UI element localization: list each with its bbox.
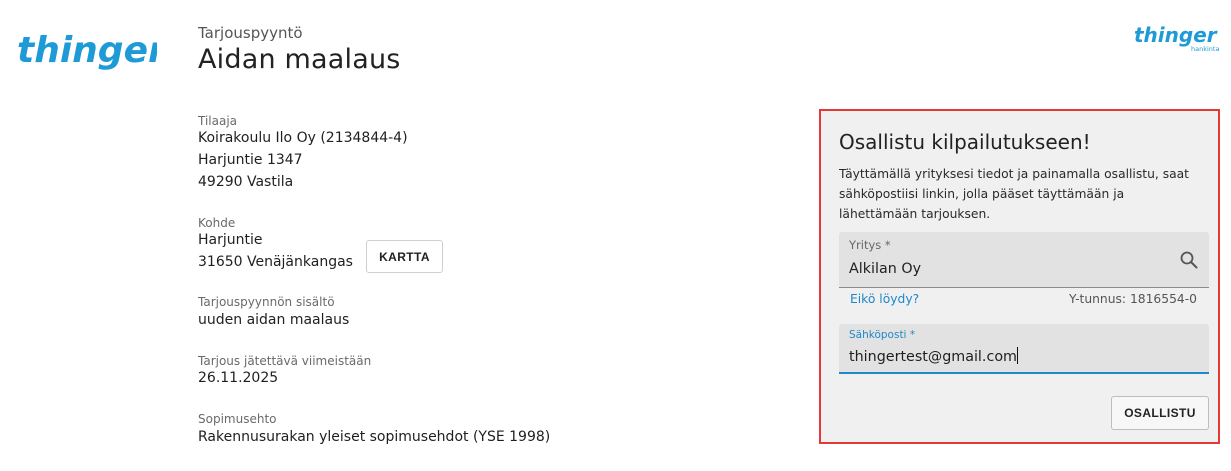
email-text: thingertest@gmail.com — [849, 349, 1017, 365]
client-label: Tilaaja — [198, 114, 238, 128]
email-field[interactable]: Sähköposti * thingertest@gmail.com — [839, 324, 1209, 374]
search-icon[interactable] — [1179, 250, 1199, 270]
deadline-value: 26.11.2025 — [198, 370, 279, 386]
business-id: Y-tunnus: 1816554-0 — [1069, 292, 1197, 306]
email-field-value[interactable]: thingertest@gmail.com — [849, 347, 1018, 365]
thinger-hankinta-logo: thinger hankinta — [1134, 23, 1219, 53]
participate-button[interactable]: OSALLISTU — [1111, 396, 1209, 430]
page-kicker: Tarjouspyyntö — [198, 24, 303, 42]
thinger-logo: thinger — [17, 30, 157, 71]
company-field[interactable]: Yritys * Alkilan Oy — [839, 232, 1209, 288]
text-cursor — [1017, 347, 1018, 364]
client-postal: 49290 Vastila — [198, 174, 294, 190]
company-field-value[interactable]: Alkilan Oy — [849, 261, 921, 277]
site-label: Kohde — [198, 216, 236, 230]
email-field-label: Sähköposti * — [849, 329, 916, 341]
site-street: Harjuntie — [198, 232, 263, 248]
site-postal: 31650 Venäjänkangas — [198, 254, 353, 270]
content-value: uuden aidan maalaus — [198, 312, 350, 328]
page-title: Aidan maalaus — [198, 44, 401, 75]
panel-title: Osallistu kilpailutukseen! — [839, 130, 1091, 154]
panel-description: Täyttämällä yrityksesi tiedot ja painama… — [839, 167, 1189, 221]
svg-text:thinger: thinger — [17, 30, 157, 71]
not-found-link[interactable]: Eikö löydy? — [850, 292, 919, 306]
client-name: Koirakoulu Ilo Oy (2134844-4) — [198, 130, 408, 146]
svg-text:thinger: thinger — [1134, 23, 1218, 47]
terms-value: Rakennusurakan yleiset sopimusehdot (YSE… — [198, 429, 551, 445]
company-field-label: Yritys * — [849, 238, 891, 252]
client-street: Harjuntie 1347 — [198, 152, 303, 168]
deadline-label: Tarjous jätettävä viimeistään — [198, 354, 372, 368]
map-button[interactable]: KARTTA — [366, 240, 443, 273]
terms-label: Sopimusehto — [198, 412, 277, 426]
participation-panel: Osallistu kilpailutukseen! Täyttämällä y… — [819, 109, 1220, 444]
content-label: Tarjouspyynnön sisältö — [198, 295, 335, 309]
svg-text:hankinta: hankinta — [1191, 45, 1219, 53]
